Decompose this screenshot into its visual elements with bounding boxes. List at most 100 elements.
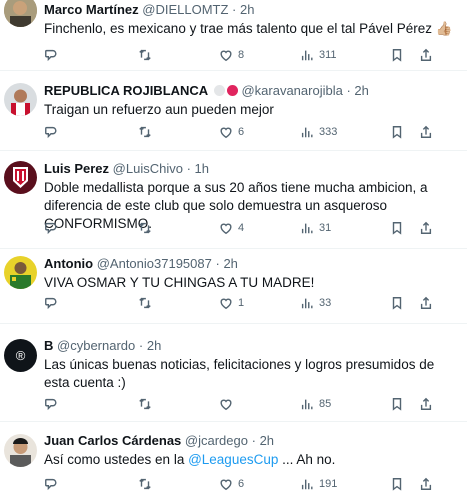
like-button[interactable]: 4: [219, 220, 244, 236]
bookmark-button[interactable]: [390, 295, 404, 311]
separator-dot: ·: [215, 256, 220, 271]
views-button[interactable]: 191: [300, 476, 337, 492]
views-button[interactable]: 33: [300, 295, 331, 311]
display-name[interactable]: B: [44, 338, 53, 353]
avatar[interactable]: [4, 83, 37, 116]
timestamp[interactable]: 2h: [223, 256, 237, 271]
like-button[interactable]: 6: [219, 476, 244, 492]
share-button[interactable]: [419, 124, 433, 140]
views-icon: [301, 127, 313, 138]
retweet-icon: [139, 478, 151, 490]
view-count: 311: [319, 49, 337, 61]
display-name[interactable]: Marco Martínez: [44, 2, 139, 17]
timestamp[interactable]: 2h: [240, 2, 254, 17]
reply-button[interactable]: [44, 124, 63, 140]
display-name[interactable]: Juan Carlos Cárdenas: [44, 433, 181, 448]
user-handle[interactable]: @LuisChivo: [113, 161, 183, 176]
timestamp[interactable]: 2h: [260, 433, 274, 448]
separator-dot: ·: [346, 83, 351, 98]
display-name[interactable]: Luis Perez: [44, 161, 109, 176]
reply-icon: [45, 478, 57, 491]
views-button[interactable]: 85: [300, 396, 331, 412]
view-count: 33: [319, 297, 332, 309]
timestamp[interactable]: 2h: [147, 338, 161, 353]
reply-feed: Marco Martínez @DIELLOMTZ · 2h Finchenlo…: [0, 0, 467, 494]
tweet-luis[interactable]: Luis Perez @LuisChivo · 1h Doble medalli…: [0, 151, 467, 249]
retweet-button[interactable]: [138, 476, 157, 492]
action-bar: 6 191: [44, 476, 457, 492]
like-button[interactable]: 8: [219, 47, 244, 63]
views-icon: [301, 298, 313, 309]
retweet-icon: [139, 297, 151, 309]
timestamp[interactable]: 2h: [354, 83, 368, 98]
reply-icon: [45, 222, 57, 235]
share-button[interactable]: [419, 396, 433, 412]
user-handle[interactable]: @DIELLOMTZ: [142, 2, 228, 17]
share-button[interactable]: [419, 220, 433, 236]
share-icon: [420, 477, 432, 490]
bookmark-button[interactable]: [390, 476, 404, 492]
bookmark-button[interactable]: [390, 47, 404, 63]
bookmark-button[interactable]: [390, 396, 404, 412]
user-handle[interactable]: @jcardego: [185, 433, 248, 448]
tweet-marco[interactable]: Marco Martínez @DIELLOMTZ · 2h Finchenlo…: [0, 0, 467, 71]
retweet-button[interactable]: [138, 396, 157, 412]
tweet-republica[interactable]: REPUBLICA ROJIBLANCA @karavanarojibla · …: [0, 71, 467, 151]
retweet-button[interactable]: [138, 295, 157, 311]
like-button[interactable]: 1: [219, 295, 244, 311]
display-name[interactable]: Antonio: [44, 256, 93, 271]
bookmark-button[interactable]: [390, 220, 404, 236]
retweet-button[interactable]: [138, 124, 157, 140]
bookmark-button[interactable]: [390, 124, 404, 140]
bookmark-icon: [392, 478, 402, 491]
view-count: 333: [319, 126, 338, 138]
user-handle[interactable]: @cybernardo: [57, 338, 135, 353]
timestamp[interactable]: 1h: [195, 161, 209, 176]
heart-icon: [220, 298, 232, 310]
reply-button[interactable]: [44, 295, 63, 311]
views-button[interactable]: 311: [300, 47, 337, 63]
tweet-header: Luis Perez @LuisChivo · 1h: [44, 151, 457, 177]
view-count: 85: [319, 398, 332, 410]
action-bar: 1 33: [44, 295, 457, 311]
retweet-button[interactable]: [138, 220, 157, 236]
reply-button[interactable]: [44, 220, 63, 236]
share-icon: [420, 125, 432, 138]
user-handle[interactable]: @Antonio37195087: [97, 256, 212, 271]
reply-button[interactable]: [44, 476, 63, 492]
like-button[interactable]: 6: [219, 124, 244, 140]
views-icon: [301, 479, 313, 490]
views-button[interactable]: 333: [300, 124, 337, 140]
reply-icon: [45, 398, 57, 411]
heart-icon: [220, 50, 232, 62]
retweet-icon: [139, 126, 151, 138]
reply-button[interactable]: [44, 47, 63, 63]
red-circle-icon: [226, 85, 238, 96]
heart-icon: [220, 223, 232, 235]
share-button[interactable]: [419, 295, 433, 311]
action-bar: 8 311: [44, 47, 457, 63]
share-button[interactable]: [419, 47, 433, 63]
tweet-b[interactable]: ® B @cybernardo · 2h Las únicas buenas n…: [0, 324, 467, 422]
tweet-juan-carlos[interactable]: Juan Carlos Cárdenas @jcardego · 2h Así …: [0, 422, 467, 494]
retweet-button[interactable]: [138, 47, 157, 63]
avatar[interactable]: ®: [4, 339, 37, 372]
display-name[interactable]: REPUBLICA ROJIBLANCA: [44, 83, 208, 98]
bookmark-icon: [392, 297, 402, 310]
views-button[interactable]: 31: [300, 220, 331, 236]
reply-button[interactable]: [44, 396, 63, 412]
avatar[interactable]: [4, 434, 37, 467]
avatar[interactable]: [4, 256, 37, 289]
share-button[interactable]: [419, 476, 433, 492]
heart-icon: [220, 399, 232, 411]
like-button[interactable]: [219, 396, 238, 412]
mention-link[interactable]: @LeaguesCup: [188, 452, 278, 467]
reply-icon: [45, 126, 57, 139]
avatar[interactable]: [4, 0, 37, 27]
retweet-icon: [139, 49, 151, 61]
avatar[interactable]: [4, 161, 37, 194]
tweet-antonio[interactable]: Antonio @Antonio37195087 · 2h VIVA OSMAR…: [0, 249, 467, 324]
heart-icon: [220, 479, 232, 491]
user-handle[interactable]: @karavanarojibla: [241, 83, 342, 98]
tweet-header: REPUBLICA ROJIBLANCA @karavanarojibla · …: [44, 71, 457, 99]
